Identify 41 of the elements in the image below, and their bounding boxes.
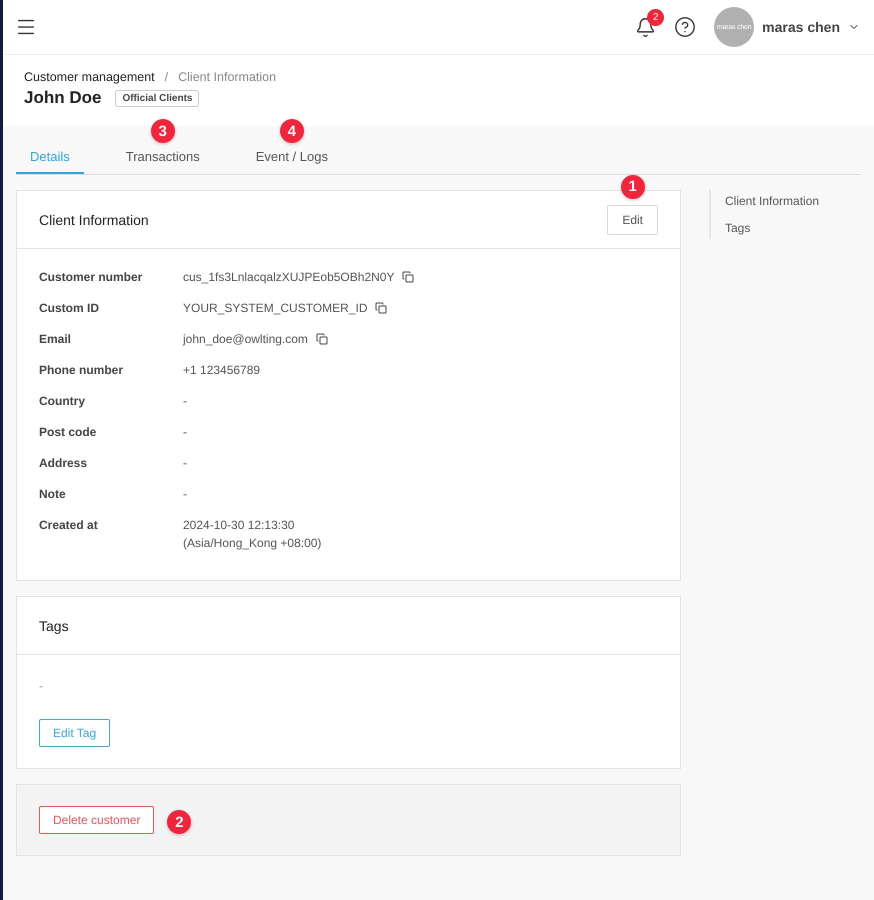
field-label: Phone number [39, 363, 124, 377]
field-label: Custom ID [39, 301, 100, 315]
page-title: John Doe [24, 88, 102, 108]
side-nav-link[interactable]: Tags [725, 221, 820, 235]
field-value: - [183, 425, 187, 439]
notification-count: 2 [647, 8, 664, 26]
field-label: Email [39, 332, 72, 346]
breadcrumb-separator: / [164, 70, 168, 84]
card-title: Client Information [39, 212, 149, 228]
field-value: (Asia/Hong_Kong +08:00) [183, 536, 322, 550]
field-label: Country [39, 394, 86, 408]
field-value: +1 123456789 [183, 363, 260, 377]
tags-value: - [39, 679, 44, 693]
callout-marker: 1 [620, 174, 645, 198]
copy-icon[interactable] [402, 271, 414, 283]
field-label: Post code [39, 425, 98, 439]
tab[interactable]: Event / Logs [242, 142, 342, 174]
callout-marker: 4 [280, 119, 304, 143]
callout-marker: 2 [167, 810, 192, 834]
copy-icon[interactable] [375, 302, 388, 314]
field-label: Address [39, 456, 88, 470]
breadcrumb-link[interactable]: Client Information [178, 70, 276, 84]
field-value: - [183, 456, 187, 470]
client-type-tag: Official Clients [115, 90, 200, 106]
callout-marker: 3 [150, 119, 175, 143]
breadcrumb-link[interactable]: Customer management [24, 70, 155, 84]
help-icon[interactable] [674, 16, 696, 38]
field-value: - [183, 487, 187, 501]
field-value: john_doe@owlting.com [183, 332, 308, 346]
field-label: Note [39, 487, 67, 501]
side-nav-link[interactable]: Client Information [725, 194, 820, 208]
field-value: 2024-10-30 12:13:30 [183, 518, 294, 532]
field-value: YOUR_SYSTEM_CUSTOMER_ID [183, 301, 368, 315]
field-label: Created at [39, 518, 99, 534]
field-label: Customer number [39, 270, 144, 284]
tab[interactable]: Transactions [112, 142, 214, 174]
edit-button[interactable]: Edit [607, 204, 658, 234]
copy-icon[interactable] [316, 333, 328, 345]
field-value: cus_1fs3LnlacqalzXUJPEob5OBh2N0Y [183, 270, 394, 284]
card-title: Tags [39, 618, 69, 634]
field-value: - [183, 394, 187, 408]
